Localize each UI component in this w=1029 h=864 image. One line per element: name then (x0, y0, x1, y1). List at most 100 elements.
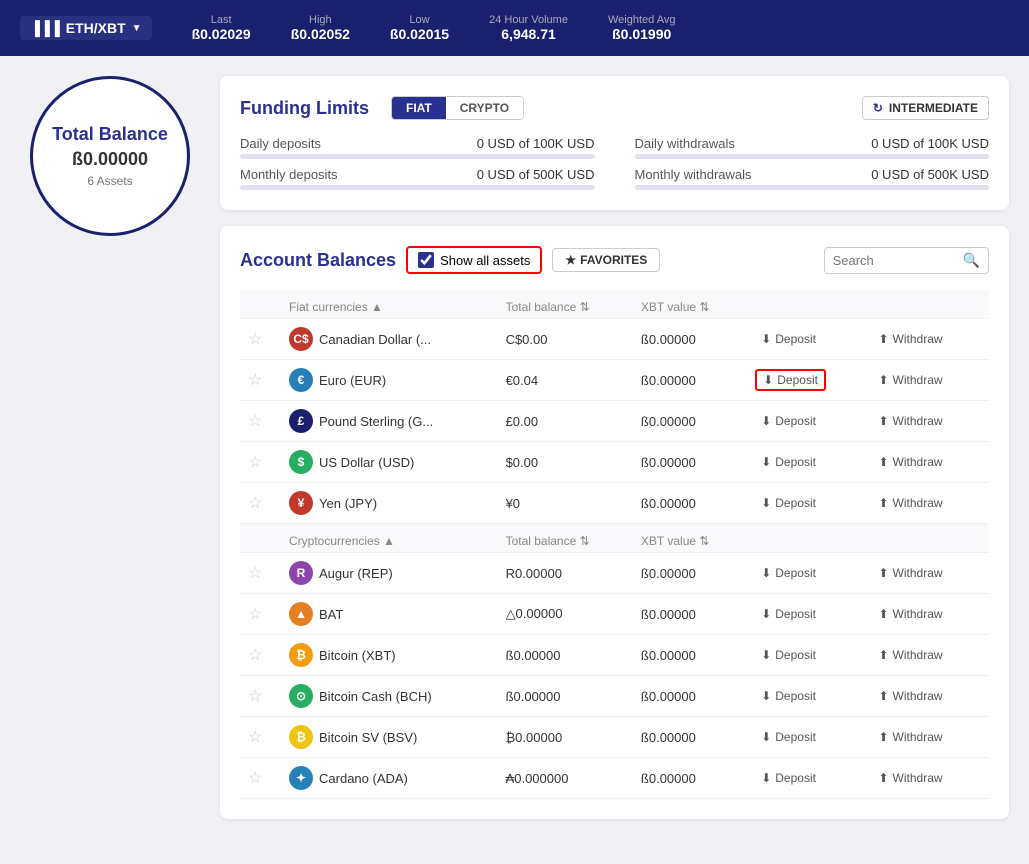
ticker-selector[interactable]: ▐▐▐ ETH/XBT ▼ (20, 16, 152, 40)
deposit-cell[interactable]: ⬇ Deposit (747, 758, 864, 799)
star-button[interactable]: ☆ (248, 370, 262, 390)
withdraw-cell[interactable]: ⬆ Withdraw (864, 442, 989, 483)
fiat-toggle[interactable]: FIAT (392, 97, 446, 119)
withdraw-cell[interactable]: ⬆ Withdraw (864, 594, 989, 635)
withdraw-button[interactable]: ⬆ Withdraw (872, 330, 948, 348)
search-input[interactable] (833, 253, 963, 268)
funding-row-label: Daily withdrawals (635, 136, 735, 151)
deposit-cell[interactable]: ⬇ Deposit (747, 717, 864, 758)
show-all-checkbox[interactable] (418, 252, 434, 268)
xbt-value-cell: ß0.00000 (633, 635, 747, 676)
bars-icon: ▐▐▐ (30, 20, 60, 36)
search-box[interactable]: 🔍 (824, 247, 989, 274)
withdraw-cell[interactable]: ⬆ Withdraw (864, 483, 989, 524)
star-button[interactable]: ☆ (248, 727, 262, 747)
crypto-toggle[interactable]: CRYPTO (446, 97, 523, 119)
star-cell[interactable]: ☆ (240, 319, 281, 360)
star-cell[interactable]: ☆ (240, 553, 281, 594)
star-cell[interactable]: ☆ (240, 483, 281, 524)
currency-name-cell: ₿ Bitcoin SV (BSV) (281, 717, 498, 758)
withdraw-button[interactable]: ⬆ Withdraw (872, 564, 948, 582)
star-button[interactable]: ☆ (248, 686, 262, 706)
deposit-cell[interactable]: ⬇ Deposit (747, 442, 864, 483)
star-cell[interactable]: ☆ (240, 758, 281, 799)
col-name: ✦ Cardano (ADA) (289, 766, 490, 790)
account-balances-card: Account Balances Show all assets ★ FAVOR… (220, 226, 1009, 819)
star-button[interactable]: ☆ (248, 452, 262, 472)
withdraw-icon: ⬆ (878, 730, 888, 744)
deposit-button[interactable]: ⬇ Deposit (755, 330, 822, 348)
withdraw-button[interactable]: ⬆ Withdraw (872, 412, 948, 430)
deposit-icon: ⬇ (761, 607, 771, 621)
withdraw-icon: ⬆ (878, 455, 888, 469)
table-row: ☆ € Euro (EUR) €0.04 ß0.00000 ⬇ Deposit … (240, 360, 989, 401)
withdraw-button[interactable]: ⬆ Withdraw (872, 371, 948, 389)
balance-assets: 6 Assets (87, 174, 132, 188)
star-cell[interactable]: ☆ (240, 401, 281, 442)
deposit-button[interactable]: ⬇ Deposit (755, 369, 826, 391)
funding-row-header: Daily deposits 0 USD of 100K USD (240, 136, 595, 151)
currency-name-cell: ₿ Bitcoin (XBT) (281, 635, 498, 676)
star-button[interactable]: ☆ (248, 604, 262, 624)
star-button[interactable]: ☆ (248, 563, 262, 583)
star-button[interactable]: ☆ (248, 493, 262, 513)
funding-title-wrap: Funding Limits FIAT CRYPTO (240, 96, 524, 120)
withdraw-button[interactable]: ⬆ Withdraw (872, 769, 948, 787)
deposit-icon: ⬇ (761, 771, 771, 785)
deposit-button[interactable]: ⬇ Deposit (755, 412, 822, 430)
col-name: € Euro (EUR) (289, 368, 490, 392)
star-cell[interactable]: ☆ (240, 635, 281, 676)
deposit-button[interactable]: ⬇ Deposit (755, 605, 822, 623)
show-all-assets-control[interactable]: Show all assets (406, 246, 542, 274)
intermediate-button[interactable]: ↻ INTERMEDIATE (862, 96, 989, 120)
withdraw-button[interactable]: ⬆ Withdraw (872, 494, 948, 512)
deposit-button[interactable]: ⬇ Deposit (755, 646, 822, 664)
table-row: ☆ ₿ Bitcoin SV (BSV) ₿0.00000 ß0.00000 ⬇… (240, 717, 989, 758)
withdraw-button[interactable]: ⬆ Withdraw (872, 605, 948, 623)
star-cell[interactable]: ☆ (240, 594, 281, 635)
withdraw-cell[interactable]: ⬆ Withdraw (864, 717, 989, 758)
withdraw-button[interactable]: ⬆ Withdraw (872, 687, 948, 705)
favorites-button[interactable]: ★ FAVORITES (552, 248, 660, 272)
coin-icon: ✦ (289, 766, 313, 790)
withdraw-cell[interactable]: ⬆ Withdraw (864, 676, 989, 717)
star-button[interactable]: ☆ (248, 645, 262, 665)
star-button[interactable]: ☆ (248, 768, 262, 788)
withdraw-cell[interactable]: ⬆ Withdraw (864, 758, 989, 799)
deposit-cell[interactable]: ⬇ Deposit (747, 360, 864, 401)
star-cell[interactable]: ☆ (240, 360, 281, 401)
withdraw-cell[interactable]: ⬆ Withdraw (864, 553, 989, 594)
star-cell[interactable]: ☆ (240, 676, 281, 717)
withdraw-button[interactable]: ⬆ Withdraw (872, 728, 948, 746)
table-row: ☆ ⊙ Bitcoin Cash (BCH) ß0.00000 ß0.00000… (240, 676, 989, 717)
deposit-cell[interactable]: ⬇ Deposit (747, 319, 864, 360)
withdraw-button[interactable]: ⬆ Withdraw (872, 453, 948, 471)
withdraw-button[interactable]: ⬆ Withdraw (872, 646, 948, 664)
withdraw-cell[interactable]: ⬆ Withdraw (864, 360, 989, 401)
star-button[interactable]: ☆ (248, 329, 262, 349)
deposit-cell[interactable]: ⬇ Deposit (747, 676, 864, 717)
deposit-cell[interactable]: ⬇ Deposit (747, 401, 864, 442)
table-row: ☆ ₿ Bitcoin (XBT) ß0.00000 ß0.00000 ⬇ De… (240, 635, 989, 676)
star-button[interactable]: ☆ (248, 411, 262, 431)
funding-row-label: Daily deposits (240, 136, 321, 151)
deposit-button[interactable]: ⬇ Deposit (755, 564, 822, 582)
star-cell[interactable]: ☆ (240, 442, 281, 483)
funding-toggle-group[interactable]: FIAT CRYPTO (391, 96, 524, 120)
currency-name-cell: $ US Dollar (USD) (281, 442, 498, 483)
progress-bar (635, 154, 990, 159)
withdraw-cell[interactable]: ⬆ Withdraw (864, 635, 989, 676)
deposit-button[interactable]: ⬇ Deposit (755, 728, 822, 746)
deposit-cell[interactable]: ⬇ Deposit (747, 553, 864, 594)
deposit-button[interactable]: ⬇ Deposit (755, 494, 822, 512)
deposit-button[interactable]: ⬇ Deposit (755, 687, 822, 705)
withdraw-cell[interactable]: ⬆ Withdraw (864, 401, 989, 442)
deposit-cell[interactable]: ⬇ Deposit (747, 483, 864, 524)
deposit-button[interactable]: ⬇ Deposit (755, 769, 822, 787)
deposit-cell[interactable]: ⬇ Deposit (747, 594, 864, 635)
deposit-cell[interactable]: ⬇ Deposit (747, 635, 864, 676)
withdraw-cell[interactable]: ⬆ Withdraw (864, 319, 989, 360)
deposit-button[interactable]: ⬇ Deposit (755, 453, 822, 471)
star-cell[interactable]: ☆ (240, 717, 281, 758)
currency-name-cell: £ Pound Sterling (G... (281, 401, 498, 442)
